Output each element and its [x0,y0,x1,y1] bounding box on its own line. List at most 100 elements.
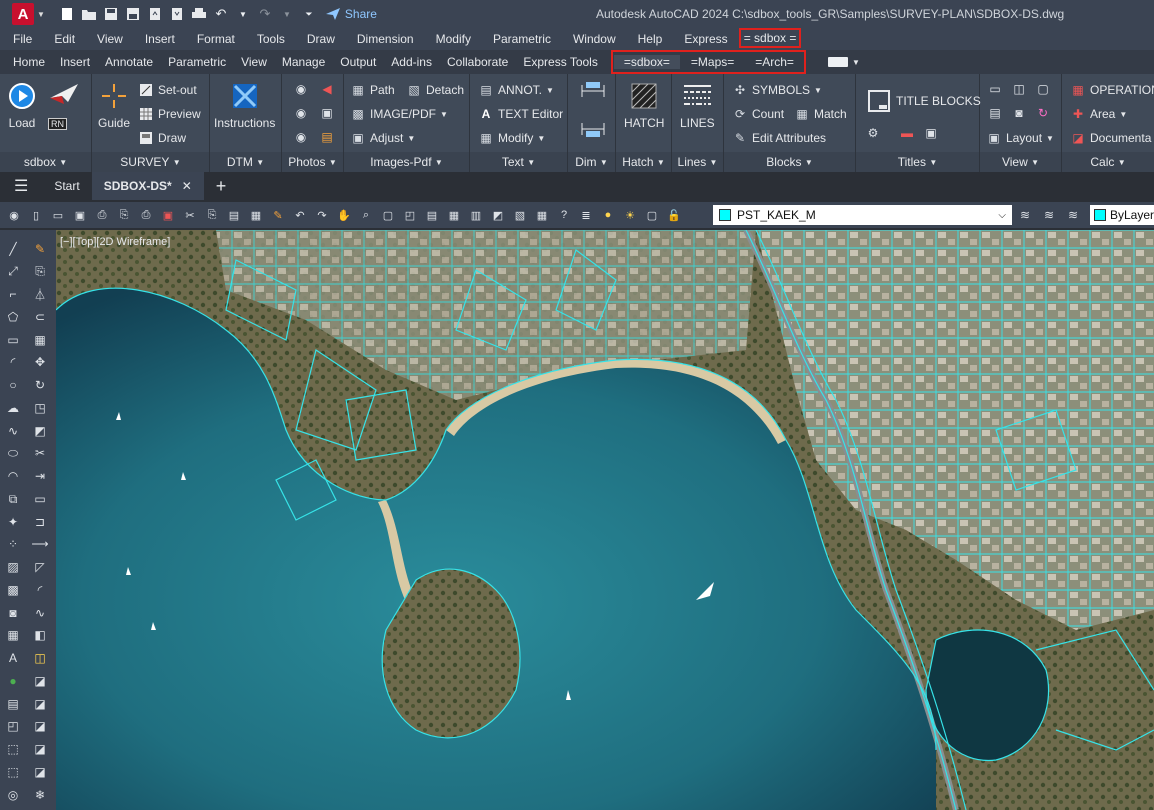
load-button[interactable]: Load [8,82,36,130]
app-menu-dropdown-icon[interactable]: ▼ [37,10,45,19]
layer-freeze-icon[interactable]: ☀ [622,207,638,223]
undo-icon[interactable]: ↶ [213,6,229,21]
polygon-tool-icon[interactable]: ⬠ [4,308,22,326]
point-tool-icon[interactable]: ⁘ [4,535,22,553]
draworder-icon[interactable]: ▤ [4,695,22,713]
tab-insert[interactable]: Insert [53,55,97,69]
tb-cut-icon[interactable]: ✂ [182,207,198,223]
panel-blocks-label[interactable]: Blocks ▼ [724,152,855,172]
hatch-tool-icon[interactable]: ▨ [4,558,22,576]
tb-pan-icon[interactable]: ✋ [336,207,352,223]
scale-tool-icon[interactable]: ◳ [31,399,49,417]
panel-view-label[interactable]: View ▼ [980,152,1061,172]
hamburger-menu-icon[interactable]: ☰ [0,172,42,200]
tab-parametric[interactable]: Parametric [161,55,233,69]
menu-tools[interactable]: Tools [244,32,294,46]
setout-button[interactable]: Set-out [138,82,197,98]
chamfer-tool-icon[interactable]: ◸ [31,558,49,576]
move-tool-icon[interactable]: ✥ [31,353,49,371]
tb-new-icon[interactable]: ▯ [28,207,44,223]
save-as-icon[interactable] [125,7,141,21]
tb-publish-icon[interactable]: ⎙ [138,207,154,223]
hatch-button[interactable]: HATCH [624,82,664,130]
panel-dim-label[interactable]: Dim ▼ [568,152,615,172]
guide-button[interactable]: Guide [98,82,130,130]
break-point-icon[interactable]: ▭ [31,490,49,508]
layer-unlock-tool-icon[interactable]: ❄ [31,786,49,804]
rotate-tool-icon[interactable]: ↻ [31,376,49,394]
tb-open-icon[interactable]: ▭ [50,207,66,223]
tab-collaborate[interactable]: Collaborate [440,55,515,69]
tab-arch[interactable]: =Arch= [745,55,804,69]
menu-file[interactable]: File [0,32,41,46]
panel-survey-label[interactable]: SURVEY ▼ [92,152,209,172]
circle-tool-icon[interactable]: ○ [4,376,22,394]
layer-match-icon[interactable]: ≋ [1064,206,1082,224]
adjust-button[interactable]: ▣ Adjust ▼ [350,130,415,146]
panel-images-pdf-label[interactable]: Images-Pdf ▼ [344,152,469,172]
text-modify-button[interactable]: ▦ Modify ▼ [478,130,545,146]
save-icon[interactable] [103,7,119,21]
view-zoom-icon[interactable]: ◙ [1010,104,1028,122]
offset-tool-icon[interactable]: ⊂ [31,308,49,326]
array-tool-icon[interactable]: ▦ [31,331,49,349]
orbit-icon[interactable]: ◎ [4,786,22,804]
edit-attributes-button[interactable]: ✎ Edit Attributes [732,130,826,146]
menu-format[interactable]: Format [184,32,244,46]
layer-previous-icon[interactable]: ≋ [1040,206,1058,224]
copy-tool-icon[interactable]: ⎘ [31,262,49,280]
photo-icon[interactable]: ◉ [292,80,310,98]
new-tab-icon[interactable]: + [204,172,239,200]
tab-output[interactable]: Output [333,55,383,69]
tab-express-tools[interactable]: Express Tools [516,55,604,69]
title-remove-icon[interactable]: ▬ [898,124,916,142]
menu-help[interactable]: Help [625,32,672,46]
sdbox-plane-icon[interactable] [48,80,80,106]
panel-titles-label[interactable]: Titles ▼ [856,152,979,172]
open-web-icon[interactable] [147,7,163,21]
layer-freeze-tool-icon[interactable]: ◪ [31,740,49,758]
ribbon-options-icon[interactable] [827,57,848,67]
menu-window[interactable]: Window [560,32,625,46]
tb-brush-icon[interactable]: ✎ [270,207,286,223]
redo-dropdown-icon[interactable]: ▼ [279,7,295,21]
menu-insert[interactable]: Insert [132,32,184,46]
count-button[interactable]: ⟳ Count [732,106,784,122]
layer-viewport-icon[interactable]: ▢ [644,207,660,223]
panel-photos-label[interactable]: Photos ▼ [282,152,343,172]
save-web-icon[interactable] [169,7,185,21]
layer-off-icon[interactable]: ◪ [31,717,49,735]
panel-calc-label[interactable]: Calc ▼ [1062,152,1154,172]
view-split-icon[interactable]: ◫ [1010,80,1028,98]
tab-manage[interactable]: Manage [275,55,332,69]
block-tool-icon[interactable]: ◫ [31,649,49,667]
tb-zoom-previous-icon[interactable]: ◰ [402,207,418,223]
symbols-button[interactable]: ✣ SYMBOLS ▼ [732,82,822,98]
tb-layer-properties-icon[interactable]: ≣ [578,207,594,223]
layout-button[interactable]: ▣ Layout ▼ [986,130,1054,146]
line-tool-icon[interactable]: ╱ [4,240,22,258]
panel-lines-label[interactable]: Lines ▼ [672,152,723,172]
tb-sheet-set-icon[interactable]: ◩ [490,207,506,223]
view-window-icon[interactable]: ▤ [986,104,1004,122]
menu-dimension[interactable]: Dimension [344,32,423,46]
draw-button[interactable]: Draw [138,130,186,146]
operation-button[interactable]: ▦ OPERATION [1070,82,1154,98]
mtext-tool-icon[interactable]: A [4,649,22,667]
new-file-icon[interactable] [59,7,75,21]
erase-tool-icon[interactable]: ✎ [31,240,49,258]
open-folder-icon[interactable] [81,7,97,21]
sdbox-load-icon[interactable]: ◉ [6,207,22,223]
menu-parametric[interactable]: Parametric [480,32,560,46]
explode-tool-icon[interactable]: ◧ [31,626,49,644]
document-tab-sdbox-ds[interactable]: SDBOX-DS* ✕ [91,172,204,200]
menu-sdbox[interactable]: = sdbox = [738,27,802,48]
mirror-tool-icon[interactable]: ⏃ [31,285,49,303]
rn-button[interactable]: RN [48,118,67,130]
tab-home[interactable]: Home [6,55,52,69]
close-tab-icon[interactable]: ✕ [182,179,192,193]
tb-redo-icon[interactable]: ↷ [314,207,330,223]
region-tool-icon[interactable]: ◙ [4,604,22,622]
tb-calculator-icon[interactable]: ▦ [534,207,550,223]
trim-tool-icon[interactable]: ✂ [31,444,49,462]
